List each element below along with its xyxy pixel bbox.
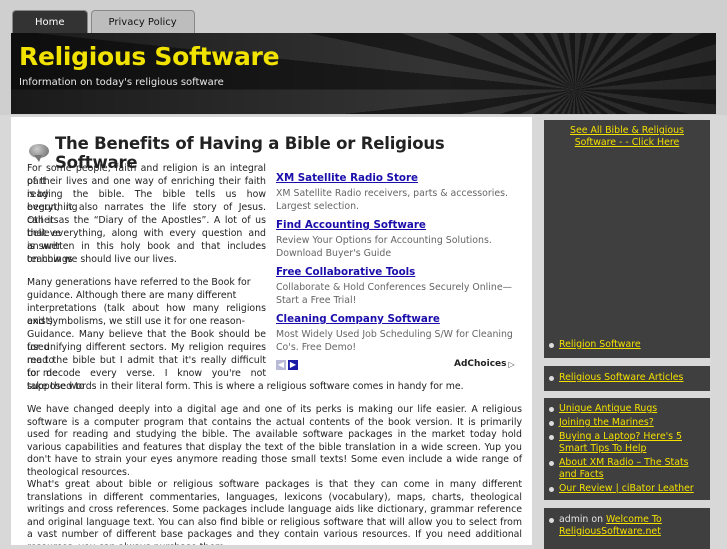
bullet-icon xyxy=(549,435,554,440)
recent-comment: admin on Welcome To ReligiousSoftware.ne… xyxy=(559,514,704,538)
recent-post-link[interactable]: Unique Antique Rugs xyxy=(559,403,657,415)
comment-author: admin xyxy=(559,514,589,525)
bullet-icon xyxy=(549,343,554,348)
bullet-icon xyxy=(549,518,554,523)
ad-item: XM Satellite Radio Store XM Satellite Ra… xyxy=(276,172,526,213)
list-item: Buying a Laptop? Here's 5 Smart Tips To … xyxy=(544,429,710,455)
recent-post-link[interactable]: Buying a Laptop? Here's 5 Smart Tips To … xyxy=(559,431,704,455)
page-link[interactable]: Religious Software Articles xyxy=(559,372,683,384)
top-bar: Home Privacy Policy Religious Software I… xyxy=(0,0,727,115)
list-item: admin on Welcome To ReligiousSoftware.ne… xyxy=(544,512,710,538)
ad-prev-arrow-icon[interactable]: ◀ xyxy=(276,360,286,370)
adchoices-label: AdChoices xyxy=(454,359,507,369)
ad-description: Most Widely Used Job Scheduling S/W for … xyxy=(276,329,513,353)
ad-item: Find Accounting Software Review Your Opt… xyxy=(276,219,526,260)
list-item: Joining the Marines? xyxy=(544,415,710,429)
sidebar-promo: See All Bible & Religious Software - - C… xyxy=(544,120,710,333)
ad-link[interactable]: Cleaning Company Software xyxy=(276,313,526,325)
post-paragraph-3: We have changed deeply into a digital ag… xyxy=(27,404,522,478)
main-content: The Benefits of Having a Bible or Religi… xyxy=(11,117,532,545)
bullet-icon xyxy=(549,487,554,492)
list-item: Religious Software Articles xyxy=(544,370,710,384)
p2-line: guidance. Although there are many differ… xyxy=(27,290,237,301)
list-item: Our Review | ciBator Leather xyxy=(544,481,710,495)
ad-link[interactable]: XM Satellite Radio Store xyxy=(276,172,526,184)
site-header: Religious Software Information on today'… xyxy=(11,33,716,114)
sidebar-categories: Religion Software xyxy=(544,333,710,358)
bullet-icon xyxy=(549,407,554,412)
ad-item: Cleaning Company Software Most Widely Us… xyxy=(276,313,526,354)
main-nav: Home Privacy Policy xyxy=(12,10,195,34)
list-item: Religion Software xyxy=(544,337,710,351)
list-item: About XM Radio – The Stats and Facts xyxy=(544,455,710,481)
recent-post-link[interactable]: Our Review | ciBator Leather xyxy=(559,483,694,495)
speech-bubble-icon xyxy=(29,144,49,162)
ad-description: XM Satellite Radio receivers, parts & ac… xyxy=(276,188,508,212)
adchoices-icon: ▷ xyxy=(508,359,515,369)
nav-tab-home[interactable]: Home xyxy=(12,10,88,34)
p2-line: Many generations have referred to the Bo… xyxy=(27,277,251,288)
ad-description: Review Your Options for Accounting Solut… xyxy=(276,235,492,259)
ad-pager: ◀ ▶ xyxy=(276,360,298,370)
nav-tab-privacy-policy[interactable]: Privacy Policy xyxy=(90,10,195,34)
bullet-icon xyxy=(549,461,554,466)
sidebar-recent-comments: admin on Welcome To ReligiousSoftware.ne… xyxy=(544,508,710,549)
adchoices-link[interactable]: AdChoices ▷ xyxy=(454,359,515,369)
site-title[interactable]: Religious Software xyxy=(19,42,280,71)
category-link[interactable]: Religion Software xyxy=(559,339,641,351)
p2-line: and symbolisms, we still use it for one … xyxy=(27,316,245,327)
site-tagline: Information on today's religious softwar… xyxy=(19,77,224,88)
post-paragraph-4: What's great about bible or religious so… xyxy=(27,479,522,545)
recent-post-link[interactable]: About XM Radio – The Stats and Facts xyxy=(559,457,704,481)
comment-on: on xyxy=(591,514,604,525)
sidebar-recent-posts: Unique Antique Rugs Joining the Marines?… xyxy=(544,398,710,500)
ad-item: Free Collaborative Tools Collaborate & H… xyxy=(276,266,526,307)
ad-next-arrow-icon[interactable]: ▶ xyxy=(288,360,298,370)
p1-line: on how we should live our lives. xyxy=(27,254,177,265)
p2-line: take the words in their literal form. Th… xyxy=(27,381,464,392)
sidebar-pages: Religious Software Articles xyxy=(544,366,710,391)
bullet-icon xyxy=(549,376,554,381)
ad-link[interactable]: Free Collaborative Tools xyxy=(276,266,526,278)
ad-description: Collaborate & Hold Conferences Securely … xyxy=(276,282,512,306)
recent-post-link[interactable]: Joining the Marines? xyxy=(559,417,654,429)
ad-link[interactable]: Find Accounting Software xyxy=(276,219,526,231)
bullet-icon xyxy=(549,421,554,426)
list-item: Unique Antique Rugs xyxy=(544,401,710,415)
see-all-software-link[interactable]: See All Bible & Religious Software - - C… xyxy=(544,120,710,149)
ad-block: XM Satellite Radio Store XM Satellite Ra… xyxy=(273,169,529,375)
